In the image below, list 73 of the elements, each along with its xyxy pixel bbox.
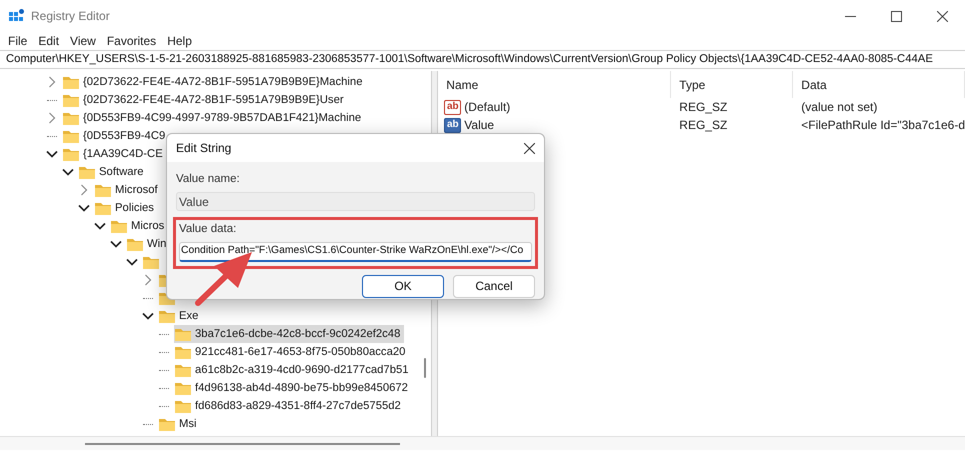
tree-item[interactable]: fd686d83-a829-4351-8ff4-27c7de5755d2 bbox=[174, 397, 405, 415]
tree-item[interactable]: a61c8b2c-a319-4cd0-9690-d2177cad7b51 bbox=[174, 361, 413, 379]
menu-item[interactable]: Edit bbox=[33, 32, 64, 50]
menu-item[interactable]: File bbox=[3, 32, 32, 50]
folder-icon bbox=[158, 416, 176, 432]
chevron-icon[interactable] bbox=[142, 310, 154, 322]
menu-item[interactable]: Favorites bbox=[102, 32, 162, 50]
folder-icon bbox=[62, 74, 80, 90]
folder-icon bbox=[158, 308, 176, 324]
string-value-icon: ab bbox=[444, 118, 462, 132]
dialog-button[interactable]: Cancel bbox=[453, 274, 535, 298]
field-label: Value name: bbox=[176, 172, 241, 187]
tree-item[interactable]: 3ba7c1e6-dcbe-42c8-bccf-9c0242ef2c48 bbox=[174, 325, 404, 343]
close-icon bbox=[936, 10, 948, 22]
value-data-field[interactable]: Condition Path="F:\Games\CS1.6\Counter-Strike WaRzOnE\hl.exe"/></Co bbox=[179, 242, 532, 262]
column-header[interactable]: Name bbox=[438, 71, 672, 98]
tree-item[interactable]: 921cc481-6e17-4653-8f75-050b80acca20 bbox=[174, 343, 410, 361]
chevron-icon[interactable] bbox=[62, 166, 74, 178]
dialog-button[interactable]: OK bbox=[362, 274, 444, 298]
folder-icon bbox=[62, 146, 80, 162]
close-icon bbox=[524, 142, 534, 154]
value-name: (Default) bbox=[464, 99, 510, 116]
folder-icon bbox=[174, 362, 192, 378]
value-name-field[interactable]: Value bbox=[176, 192, 535, 212]
chevron-icon[interactable] bbox=[126, 256, 138, 268]
folder-icon bbox=[126, 236, 144, 252]
column-header[interactable]: Type bbox=[671, 71, 794, 98]
tree-item[interactable]: Software bbox=[78, 163, 148, 181]
horizontal-scrollbar-thumb[interactable] bbox=[85, 442, 400, 444]
folder-icon bbox=[174, 326, 192, 342]
tree-item[interactable]: f4d96138-ab4d-4890-be75-bb99e8450672 bbox=[174, 379, 412, 397]
dialog-title: Edit String bbox=[176, 140, 232, 157]
tree-item[interactable]: Exe bbox=[158, 307, 202, 325]
value-data: (value not set) bbox=[800, 99, 878, 116]
tree-item[interactable]: Policies bbox=[94, 199, 158, 217]
folder-icon bbox=[174, 380, 192, 396]
chevron-icon[interactable] bbox=[94, 220, 106, 232]
column-header[interactable]: Data bbox=[793, 71, 965, 98]
value-data: <FilePathRule Id="3ba7c1e6-d bbox=[800, 117, 965, 134]
folder-icon bbox=[174, 398, 192, 414]
folder-icon bbox=[142, 254, 160, 270]
chevron-icon[interactable] bbox=[78, 202, 90, 214]
tree-item[interactable]: {0D553FB9-4C9 bbox=[62, 127, 170, 145]
tree-item[interactable]: {1AA39C4D-CE bbox=[62, 145, 167, 163]
string-value-icon: ab bbox=[444, 100, 462, 114]
maximize-icon bbox=[890, 10, 902, 22]
tree-item[interactable]: Msi bbox=[158, 415, 201, 433]
folder-icon bbox=[94, 200, 112, 216]
chevron-icon[interactable] bbox=[46, 148, 58, 160]
tree-item[interactable]: Micros bbox=[110, 217, 168, 235]
folder-icon bbox=[78, 164, 96, 180]
menu-item[interactable]: Help bbox=[162, 32, 197, 50]
folder-icon bbox=[62, 128, 80, 144]
tree-item[interactable]: Win bbox=[126, 235, 170, 253]
value-type: REG_SZ bbox=[678, 99, 728, 116]
window-title: Registry Editor bbox=[31, 8, 110, 25]
tree-item[interactable]: {02D73622-FE4E-4A72-8B1F-5951A79B9B9E}User bbox=[62, 91, 348, 109]
folder-icon bbox=[62, 110, 80, 126]
value-name: Value bbox=[464, 117, 494, 134]
tree-item[interactable]: Microsof bbox=[94, 181, 162, 199]
chevron-icon[interactable] bbox=[110, 238, 122, 250]
field-label: Value data: bbox=[179, 222, 238, 238]
folder-icon bbox=[94, 182, 112, 198]
value-type: REG_SZ bbox=[678, 117, 728, 134]
tree-item[interactable]: {02D73622-FE4E-4A72-8B1F-5951A79B9B9E}Machine bbox=[62, 73, 366, 91]
folder-icon bbox=[110, 218, 128, 234]
folder-icon bbox=[62, 92, 80, 108]
scrollbar-thumb[interactable] bbox=[424, 358, 426, 378]
address-bar[interactable]: Computer\HKEY_USERS\S-1-5-21-2603188925-881685983-2306853577-1001\Software\Microsoft\Windows\CurrentVersion\Group Policy Objects\{1AA39C4D-CE52-4AA0-8085-C44AE bbox=[0, 50, 965, 69]
tree-item[interactable]: {0D553FB9-4C99-4997-9789-9B57DAB1F421}Machine bbox=[62, 109, 366, 127]
app-icon bbox=[9, 8, 25, 24]
menu-item[interactable]: View bbox=[65, 32, 101, 50]
folder-icon bbox=[174, 344, 192, 360]
